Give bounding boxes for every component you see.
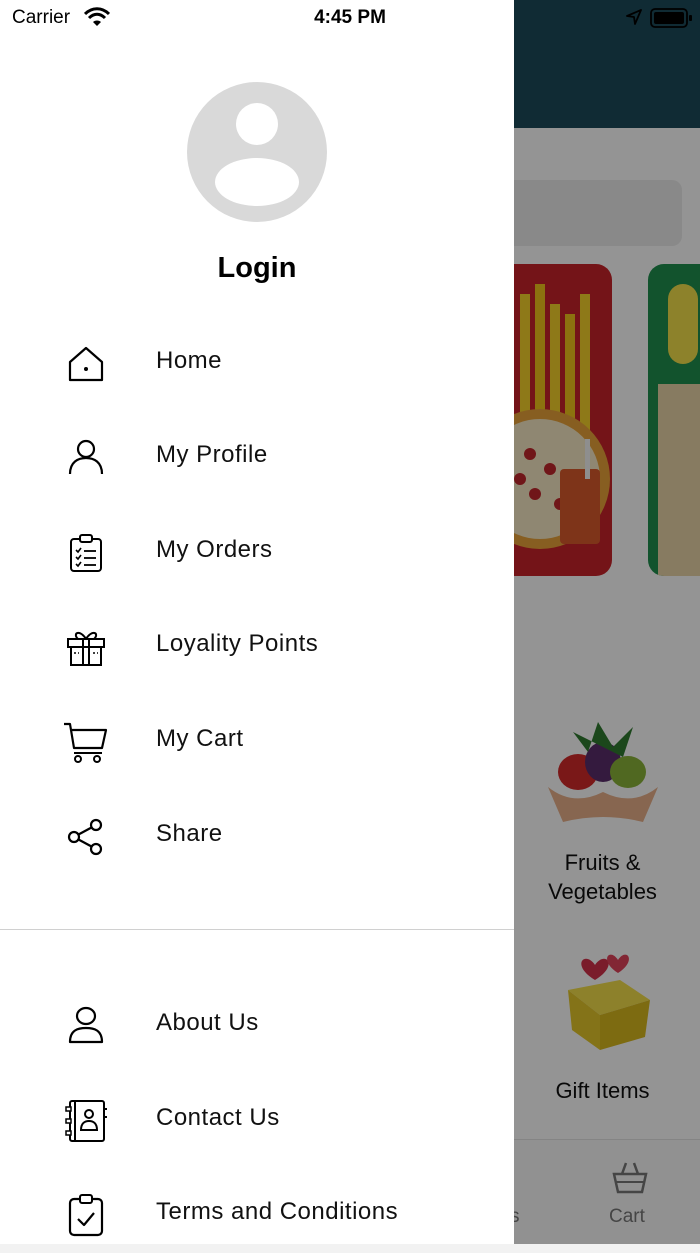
menu-label: Loyality Points	[156, 630, 319, 657]
clipboard-check-icon	[68, 1194, 104, 1237]
menu-label: Terms and Conditions	[156, 1198, 399, 1225]
menu-label: About Us	[156, 1009, 259, 1036]
location-arrow-icon	[626, 9, 642, 25]
menu-item-contact-us[interactable]: Contact Us	[0, 1079, 514, 1159]
gift-icon	[67, 632, 105, 666]
menu-item-home[interactable]: Home	[0, 322, 514, 402]
user-placeholder-icon	[215, 103, 299, 206]
contact-book-icon	[65, 1100, 107, 1142]
menu-divider	[0, 929, 514, 930]
home-icon	[68, 346, 104, 382]
status-bar: Carrier 4:45 PM	[0, 0, 700, 40]
menu-label: Home	[156, 347, 223, 374]
menu-item-my-profile[interactable]: My Profile	[0, 416, 514, 496]
menu-item-loyalty-points[interactable]: Loyality Points	[0, 605, 514, 685]
status-time: 4:45 PM	[314, 7, 386, 28]
cart-icon	[64, 722, 108, 763]
avatar[interactable]	[187, 82, 327, 222]
menu-label: My Orders	[156, 536, 273, 563]
menu-item-share[interactable]: Share	[0, 795, 514, 875]
person-icon	[68, 439, 104, 475]
menu-item-about-us[interactable]: About Us	[0, 984, 514, 1064]
menu-label: My Profile	[156, 441, 268, 468]
menu-item-terms[interactable]: Terms and Conditions	[0, 1173, 514, 1253]
clipboard-list-icon	[70, 534, 102, 572]
menu-item-my-orders[interactable]: My Orders	[0, 511, 514, 591]
menu-label: Share	[156, 820, 223, 847]
login-label[interactable]: Login	[0, 252, 514, 285]
menu-item-my-cart[interactable]: My Cart	[0, 700, 514, 780]
battery-icon	[650, 8, 692, 28]
menu-label: Contact Us	[156, 1104, 280, 1131]
menu-label: My Cart	[156, 725, 244, 752]
person-outline-icon	[68, 1006, 104, 1044]
navigation-drawer: Login Home My Profile My Orders Loyality…	[0, 0, 514, 1244]
share-icon	[67, 818, 103, 856]
